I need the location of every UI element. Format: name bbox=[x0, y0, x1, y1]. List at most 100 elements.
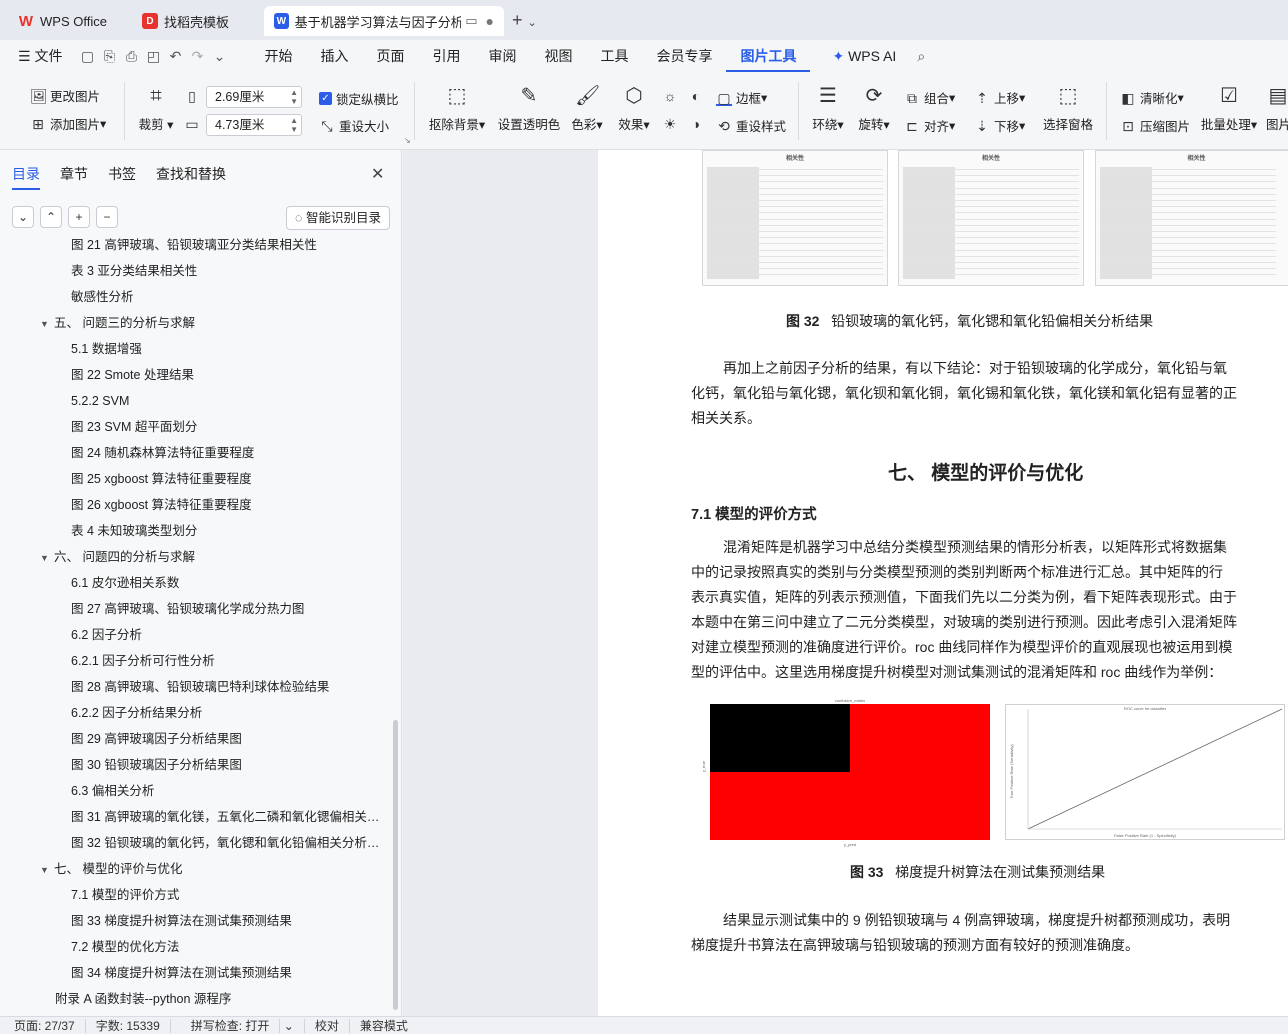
toc-item[interactable]: 7.2 模型的优化方法 bbox=[71, 934, 386, 960]
collapse-all-button[interactable]: ⌃ bbox=[40, 206, 62, 228]
wps-ai-button[interactable]: ✦ WPS AI bbox=[818, 40, 910, 72]
toc-item[interactable]: 6.3 偏相关分析 bbox=[71, 778, 386, 804]
redo-icon[interactable]: ↷ bbox=[186, 48, 208, 65]
tab-find-replace[interactable]: 查找和替换 bbox=[156, 164, 226, 190]
word-count[interactable]: 字数: 15339 bbox=[86, 1018, 171, 1033]
save-icon[interactable]: ▢ bbox=[76, 48, 98, 65]
ribbon-expand-icon[interactable]: ↘ bbox=[404, 136, 411, 145]
page-count[interactable]: 页面: 27/37 bbox=[0, 1018, 86, 1033]
smart-toc-button[interactable]: ◌ 智能识别目录 bbox=[286, 206, 390, 230]
rotate-button[interactable]: ⟳ 旋转▾ bbox=[854, 84, 894, 133]
menu-review[interactable]: 审阅 bbox=[474, 40, 530, 72]
height-input[interactable]: 2.69厘米 ▲ ▼ bbox=[206, 86, 302, 108]
correlation-table-image[interactable]: 相关性 bbox=[702, 150, 888, 286]
batch-process-button[interactable]: ☑ 批量处理▾ bbox=[1198, 84, 1260, 133]
move-up-button[interactable]: ⇡ 上移 ▾ bbox=[974, 88, 1025, 107]
move-down-button[interactable]: ⇣ 下移 ▾ bbox=[974, 116, 1025, 135]
toc-item[interactable]: 附录 A 函数封装--python 源程序 bbox=[55, 986, 386, 1012]
spinner-icon[interactable]: ▲ ▼ bbox=[290, 88, 298, 106]
add-picture-button[interactable]: ⊞ 添加图片 ▾ bbox=[30, 114, 106, 133]
tab-current-document[interactable]: W 基于机器学习算法与因子分析的 ▭ ● bbox=[264, 6, 504, 36]
toc-item[interactable]: ▼ 五、 问题三的分析与求解 bbox=[40, 310, 386, 336]
contrast-up-icon[interactable]: ◐ bbox=[688, 88, 708, 104]
group-button[interactable]: ⧉ 组合 ▾ bbox=[904, 88, 955, 107]
menu-member[interactable]: 会员专享 bbox=[642, 40, 726, 72]
search-icon[interactable]: ⌕ bbox=[910, 48, 932, 65]
toc-item[interactable]: 图 29 高钾玻璃因子分析结果图 bbox=[71, 726, 386, 752]
toc-item[interactable]: 图 30 铅钡玻璃因子分析结果图 bbox=[71, 752, 386, 778]
correlation-table-image[interactable]: 相关性 bbox=[898, 150, 1084, 286]
toc-item[interactable]: 图 23 SVM 超平面划分 bbox=[71, 414, 386, 440]
add-heading-button[interactable]: + bbox=[68, 206, 90, 228]
brightness-down-icon[interactable]: ☀ bbox=[662, 116, 682, 132]
more-quick-icon[interactable]: ⌄ bbox=[208, 48, 230, 65]
file-menu[interactable]: ☰ 文件 bbox=[0, 40, 76, 72]
toc-item[interactable]: ▼ 六、 问题四的分析与求解 bbox=[40, 544, 386, 570]
reset-size-button[interactable]: ⤡ 重设大小 bbox=[319, 116, 389, 135]
toc-item[interactable]: 表 4 未知玻璃类型划分 bbox=[71, 518, 386, 544]
border-button[interactable]: ▢ 边框 ▾ bbox=[716, 88, 767, 107]
caret-down-icon[interactable]: ▼ bbox=[40, 857, 54, 882]
spell-check[interactable]: 拼写检查: 打开 ⌄ bbox=[171, 1018, 305, 1033]
toc-item[interactable]: 图 26 xgboost 算法特征重要程度 bbox=[71, 492, 386, 518]
toc-item[interactable]: 图 21 高钾玻璃、铅钡玻璃亚分类结果相关性 bbox=[71, 238, 386, 258]
contrast-down-icon[interactable]: ◑ bbox=[688, 116, 708, 132]
menu-view[interactable]: 视图 bbox=[530, 40, 586, 72]
menu-tools[interactable]: 工具 bbox=[586, 40, 642, 72]
toc-item[interactable]: 敏感性分析 bbox=[71, 284, 386, 310]
close-icon[interactable]: ✕ bbox=[371, 164, 384, 184]
confusion-matrix-image[interactable]: confusion_matrix y_true y_pred bbox=[701, 698, 990, 847]
expand-all-button[interactable]: ⌄ bbox=[12, 206, 34, 228]
toc-item[interactable]: 6.1 皮尔逊相关系数 bbox=[71, 570, 386, 596]
reset-style-button[interactable]: ⟲ 重设样式 bbox=[716, 116, 786, 135]
roc-curve-image[interactable]: ROC curve for classifier False Positive … bbox=[1005, 704, 1285, 840]
toc-item[interactable]: 图 25 xgboost 算法特征重要程度 bbox=[71, 466, 386, 492]
caret-down-icon[interactable]: ▼ bbox=[40, 545, 54, 570]
toc-item[interactable]: 5.2.2 SVM bbox=[71, 388, 386, 414]
menu-picture-tools[interactable]: 图片工具 bbox=[726, 40, 811, 72]
tab-bookmarks[interactable]: 书签 bbox=[108, 164, 136, 190]
color-button[interactable]: 🖌 色彩▾ bbox=[568, 84, 606, 133]
remove-background-button[interactable]: ⬚ 抠除背景▾ bbox=[426, 84, 488, 133]
correlation-table-image[interactable]: 相关性 bbox=[1095, 150, 1288, 286]
wrap-button[interactable]: ☰ 环绕▾ bbox=[808, 84, 848, 133]
print-icon[interactable]: ⎙ bbox=[120, 48, 142, 65]
toc-item[interactable]: 图 33 梯度提升树算法在测试集预测结果 bbox=[71, 908, 386, 934]
toc-item[interactable]: 图 28 高钾玻璃、铅钡玻璃巴特利球体检验结果 bbox=[71, 674, 386, 700]
print-preview-icon[interactable]: ◰ bbox=[142, 48, 164, 65]
toc-item[interactable]: 图 32 铅钡玻璃的氧化钙，氧化锶和氧化铅偏相关分析结... bbox=[71, 830, 386, 856]
change-picture-button[interactable]: 🖼 更改图片 bbox=[30, 86, 100, 105]
picture-more-button[interactable]: ▤ 图片 bbox=[1266, 84, 1288, 133]
toc-item[interactable]: ▼ 七、 模型的评价与优化 bbox=[40, 856, 386, 882]
lock-ratio-checkbox[interactable]: ✓ 锁定纵横比 bbox=[319, 89, 399, 108]
brightness-up-icon[interactable]: ☼ bbox=[662, 88, 682, 104]
compress-picture-button[interactable]: ⊡ 压缩图片 bbox=[1120, 116, 1190, 135]
new-tab-button[interactable]: + ⌄ bbox=[512, 10, 537, 31]
toc-item[interactable]: 图 24 随机森林算法特征重要程度 bbox=[71, 440, 386, 466]
menu-home[interactable]: 开始 bbox=[250, 40, 306, 72]
caret-down-icon[interactable]: ▼ bbox=[40, 311, 54, 336]
toc-item[interactable]: 表 3 亚分类结果相关性 bbox=[71, 258, 386, 284]
proofread-button[interactable]: 校对 bbox=[305, 1018, 350, 1033]
toc-item[interactable]: 图 22 Smote 处理结果 bbox=[71, 362, 386, 388]
toc-item[interactable]: 6.2.2 因子分析结果分析 bbox=[71, 700, 386, 726]
tab-docer-templates[interactable]: D 找稻壳模板 bbox=[132, 6, 256, 36]
tab-wps-office[interactable]: W WPS Office bbox=[8, 6, 124, 36]
width-input[interactable]: 4.73厘米 ▲ ▼ bbox=[206, 114, 302, 136]
toc-item[interactable]: 5.1 数据增强 bbox=[71, 336, 386, 362]
menu-page[interactable]: 页面 bbox=[362, 40, 418, 72]
toc-item[interactable]: 图 31 高钾玻璃的氧化镁，五氧化二磷和氧化锶偏相关分... bbox=[71, 804, 386, 830]
toc-item[interactable]: 6.2 因子分析 bbox=[71, 622, 386, 648]
tab-toc[interactable]: 目录 bbox=[12, 164, 40, 190]
menu-insert[interactable]: 插入 bbox=[306, 40, 362, 72]
export-icon[interactable]: ⎘ bbox=[98, 48, 120, 65]
sharpen-button[interactable]: ◧ 清晰化 ▾ bbox=[1120, 88, 1183, 107]
align-button[interactable]: ⊏ 对齐 ▾ bbox=[904, 116, 955, 135]
effect-button[interactable]: ⬡ 效果▾ bbox=[614, 84, 654, 133]
toc-item[interactable]: 6.2.1 因子分析可行性分析 bbox=[71, 648, 386, 674]
set-transparent-button[interactable]: ✎ 设置透明色 bbox=[496, 84, 562, 133]
toc-scrollbar[interactable] bbox=[393, 720, 398, 1010]
crop-button[interactable]: ⌗ 裁剪 ▾ bbox=[136, 84, 176, 133]
spinner-icon[interactable]: ▲ ▼ bbox=[290, 116, 298, 134]
undo-icon[interactable]: ↶ bbox=[164, 48, 186, 65]
